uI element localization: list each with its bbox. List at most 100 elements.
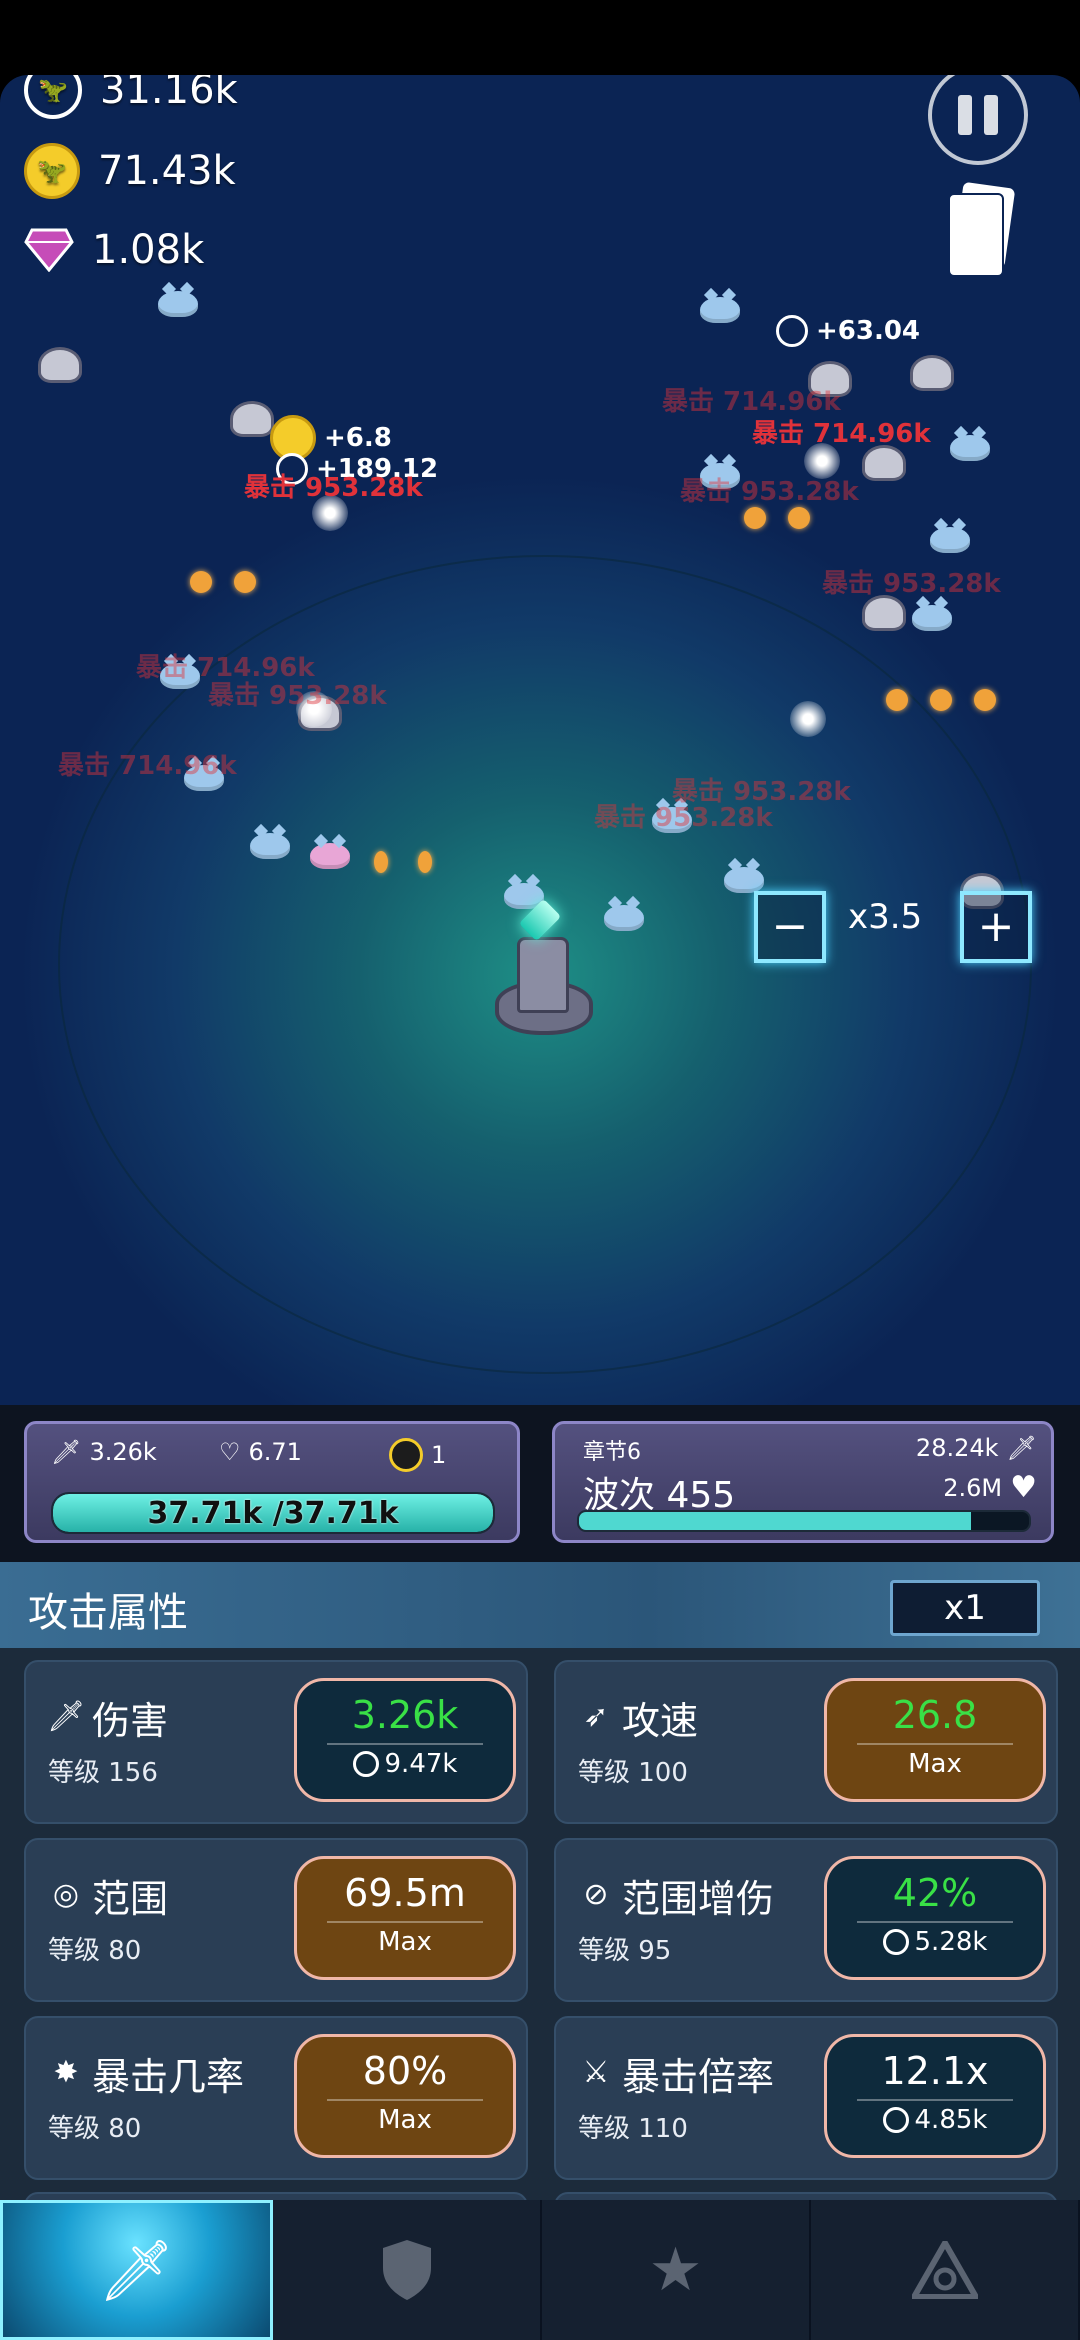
upgrade-cost: 5.28k (882, 1927, 988, 1957)
attribute-value: 12.1x (881, 2049, 989, 2093)
upgrade-damage-button[interactable]: 3.26k 9.47k (294, 1678, 516, 1802)
attribute-title: 攻击属性 (28, 1590, 188, 1636)
upgrade-cost-value: 9.47k (384, 1749, 458, 1779)
pause-icon (958, 95, 972, 135)
pause-button[interactable] (928, 75, 1028, 165)
coin-drop (886, 689, 908, 711)
attribute-value: 3.26k (351, 1693, 459, 1737)
player-attack-value: 3.26k (89, 1438, 157, 1466)
attribute-card-attack-speed: ➶ 攻速 等级 100 26.8 Max (554, 1660, 1058, 1824)
crit-icon: ✸ (53, 2054, 79, 2090)
nav-defense-tab[interactable] (273, 2200, 542, 2340)
player-regen-value: 6.71 (248, 1438, 302, 1466)
heart-regen-icon: ♡ (219, 1438, 241, 1466)
coin-drop (744, 507, 766, 529)
chapter-label: 章节6 (583, 1440, 641, 1465)
dino-coin-icon (882, 2107, 909, 2133)
attribute-card-range-damage: ⊘ 范围增伤 等级 95 42% 5.28k (554, 1838, 1058, 2002)
game-field[interactable]: 🦖 31.16k 🦖 71.43k 1.08k +63.04 +6.8 +189… (0, 75, 1080, 1405)
upgrade-range-button[interactable]: 69.5m Max (294, 1856, 516, 1980)
attribute-name: 伤害 (92, 1699, 169, 1743)
minus-icon: − (771, 901, 809, 952)
reward-popup-text: +6.8 (324, 423, 392, 453)
player-coin-rate: 1 (389, 1438, 446, 1472)
upgrade-cost: Max (378, 1927, 432, 1957)
plus-icon: + (977, 901, 1015, 952)
enemy-attack-value: 28.24k (915, 1434, 999, 1462)
coin-drop (788, 507, 810, 529)
upgrade-cost: 4.85k (882, 2105, 988, 2135)
damage-popup: 暴击 953.28k (594, 803, 773, 833)
resource-row-1: 🦖 31.16k (24, 75, 238, 119)
attribute-name: 暴击倍率 (622, 2055, 775, 2099)
pause-icon-bar (984, 95, 998, 135)
multiplier-button[interactable]: x1 (890, 1580, 1040, 1636)
attribute-level: 等级 80 (48, 2114, 142, 2144)
player-hp-bar: 37.71k /37.71k (51, 1492, 495, 1534)
attribute-level: 等级 95 (578, 1936, 672, 1966)
reward-popup: +63.04 (776, 315, 920, 347)
player-tower (495, 875, 593, 1035)
nav-star-tab[interactable]: ★ (542, 2200, 811, 2340)
target-icon: ◎ (52, 1876, 80, 1912)
coin-drop (190, 571, 212, 593)
enemy-shell (230, 401, 274, 437)
wave-progress-bar (577, 1510, 1031, 1532)
separator (857, 2099, 1013, 2101)
player-hp-text: 37.71k /37.71k (147, 1496, 399, 1531)
upgrade-cost-value: 5.28k (914, 1927, 988, 1957)
player-stats-panel: 🗡 3.26k ♡ 6.71 1 37.71k /37.71k (24, 1421, 520, 1543)
resource-row-gems: 1.08k (24, 225, 204, 275)
dino-coin-icon: 🦖 (24, 75, 82, 119)
separator (857, 1743, 1013, 1745)
zoom-level: x3.5 (848, 897, 923, 937)
upgrade-crit-multiplier-button[interactable]: 12.1x 4.85k (824, 2034, 1046, 2158)
range-damage-icon: ⊘ (583, 1876, 609, 1912)
separator (857, 1921, 1013, 1923)
hit-spark (790, 701, 826, 737)
cards-button[interactable] (948, 181, 1028, 285)
zoom-in-button[interactable]: + (960, 891, 1032, 963)
damage-popup: 暴击 953.28k (680, 477, 859, 507)
upgrade-attack-speed-button[interactable]: 26.8 Max (824, 1678, 1046, 1802)
sword-icon: 🗡 (98, 2235, 175, 2306)
gold-dino-coin-icon (389, 1438, 423, 1472)
nav-attack-tab[interactable]: 🗡 (0, 2200, 273, 2340)
zoom-out-button[interactable]: − (754, 891, 826, 963)
gold-dino-coin-icon: 🦖 (24, 143, 80, 199)
tower-body (517, 937, 569, 1013)
attribute-level: 等级 110 (578, 2114, 688, 2144)
wing-icon: ➶ (583, 1698, 609, 1734)
upgrade-range-damage-button[interactable]: 42% 5.28k (824, 1856, 1046, 1980)
enemy-slime (724, 867, 764, 893)
reward-popup-text: +63.04 (816, 316, 921, 346)
upgrade-cost-value: Max (378, 2105, 432, 2135)
upgrade-cost-value: 4.85k (914, 2105, 988, 2135)
upgrade-cost-value: Max (908, 1749, 962, 1779)
upgrade-cost-value: Max (378, 1927, 432, 1957)
attribute-card-range: ◎ 范围 等级 80 69.5m Max (24, 1838, 528, 2002)
enemy-slime (700, 297, 740, 323)
upgrade-cost: Max (908, 1749, 962, 1779)
enemy-slime (604, 905, 644, 931)
dino-coin-icon (776, 315, 808, 347)
attribute-value: 69.5m (344, 1871, 466, 1915)
damage-popup: 暴击 953.28k (208, 681, 387, 711)
enemy-shell (862, 445, 906, 481)
star-icon: ★ (648, 2235, 703, 2305)
enemy-slime (930, 527, 970, 553)
enemy-pink-slime (310, 843, 350, 869)
nav-utility-tab[interactable] (811, 2200, 1080, 2340)
upgrade-cost: 9.47k (352, 1749, 458, 1779)
attribute-value: 80% (362, 2049, 448, 2093)
attribute-grid: 🗡 伤害 等级 156 3.26k 9.47k ➶ 攻速 等级 100 26.8… (0, 1648, 1080, 2236)
attribute-level: 等级 156 (48, 1758, 158, 1788)
coin-drop (374, 851, 388, 873)
attribute-level: 等级 100 (578, 1758, 688, 1788)
upgrade-crit-chance-button[interactable]: 80% Max (294, 2034, 516, 2158)
enemy-hp-value: 2.6M (943, 1473, 1003, 1502)
attribute-value: 42% (892, 1871, 978, 1915)
player-attack: 🗡 3.26k (51, 1438, 157, 1466)
eye-triangle-icon (911, 2241, 978, 2299)
attribute-name: 范围 (92, 1877, 169, 1921)
